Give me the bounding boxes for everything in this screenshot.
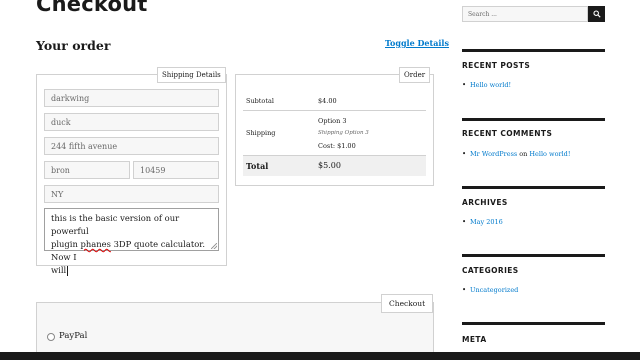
your-order-heading: Your order	[36, 38, 111, 53]
state-field[interactable]: NY	[44, 185, 219, 203]
search-button[interactable]	[588, 6, 605, 22]
toggle-details-link[interactable]: Toggle Details	[385, 38, 449, 48]
archive-link[interactable]: May 2016	[470, 218, 503, 226]
first-name-field[interactable]: darkwing	[44, 89, 219, 107]
archives-item: • May 2016	[462, 218, 503, 226]
bottom-bar	[0, 352, 640, 360]
archives-title: ARCHIVES	[462, 198, 508, 207]
subtotal-value: $4.00	[318, 96, 337, 105]
comment-post-link[interactable]: Hello world!	[529, 150, 570, 158]
paypal-radio[interactable]	[47, 333, 55, 341]
page-title: Checkout	[36, 0, 148, 16]
notes-line-2: plugin phanes 3DP quote calculator. Now …	[51, 238, 212, 264]
paypal-label[interactable]: PayPal	[59, 331, 87, 341]
comment-author-link[interactable]: Mr WordPress	[470, 150, 517, 158]
categories-bar	[462, 254, 605, 257]
bullet-icon: •	[462, 218, 467, 226]
meta-title: META	[462, 335, 487, 344]
resize-grip[interactable]	[211, 243, 217, 249]
category-link[interactable]: Uncategorized	[470, 286, 518, 294]
subtotal-row: Subtotal $4.00	[243, 92, 426, 110]
search-input[interactable]: Search ...	[462, 6, 588, 22]
order-summary-table: Subtotal $4.00 Shipping Option 3 Shippin…	[243, 92, 426, 176]
recent-comment-item: • Mr WordPress on Hello world!	[462, 150, 570, 158]
city-field[interactable]: bron	[44, 161, 130, 179]
order-notes-textarea[interactable]: this is the basic version of our powerfu…	[44, 208, 219, 276]
comment-on-text: on	[519, 150, 528, 158]
shipping-option: Option 3	[318, 116, 347, 125]
categories-title: CATEGORIES	[462, 266, 519, 275]
checkout-legend: Checkout	[381, 294, 434, 313]
recent-posts-bar	[462, 49, 605, 52]
archives-bar	[462, 186, 605, 189]
recent-post-link[interactable]: Hello world!	[470, 81, 511, 89]
shipping-cost: Cost: $1.00	[318, 141, 356, 150]
meta-bar	[462, 322, 605, 325]
categories-item: • Uncategorized	[462, 286, 518, 294]
shipping-label: Shipping	[243, 109, 315, 156]
last-name-field[interactable]: duck	[44, 113, 219, 131]
text-caret	[67, 265, 69, 276]
recent-comments-bar	[462, 118, 605, 121]
notes-line-3-text: will	[51, 265, 67, 275]
notes-misspelled-word: phanes	[80, 239, 111, 249]
total-row: Total $5.00	[243, 155, 426, 176]
notes-line-1: this is the basic version of our powerfu…	[51, 213, 180, 236]
zip-field[interactable]: 10459	[133, 161, 219, 179]
recent-posts-item: • Hello world!	[462, 81, 511, 89]
bullet-icon: •	[462, 150, 467, 158]
shipping-option-detail: Shipping Option 3	[318, 130, 369, 136]
shipping-row: Shipping Option 3 Shipping Option 3 Cost…	[243, 109, 426, 156]
recent-posts-title: RECENT POSTS	[462, 61, 531, 70]
shipping-details-legend: Shipping Details	[157, 67, 226, 83]
total-value: $5.00	[315, 155, 426, 176]
address-field[interactable]: 244 fifth avenue	[44, 137, 219, 155]
subtotal-label: Subtotal	[246, 96, 274, 105]
notes-line-3: will	[51, 264, 212, 277]
notes-line-2-pre: plugin	[51, 239, 81, 249]
search-icon	[592, 10, 601, 18]
order-legend: Order	[399, 67, 431, 83]
bullet-icon: •	[462, 81, 467, 89]
recent-comments-title: RECENT COMMENTS	[462, 129, 553, 138]
bullet-icon: •	[462, 286, 467, 294]
total-label: Total	[243, 155, 315, 176]
